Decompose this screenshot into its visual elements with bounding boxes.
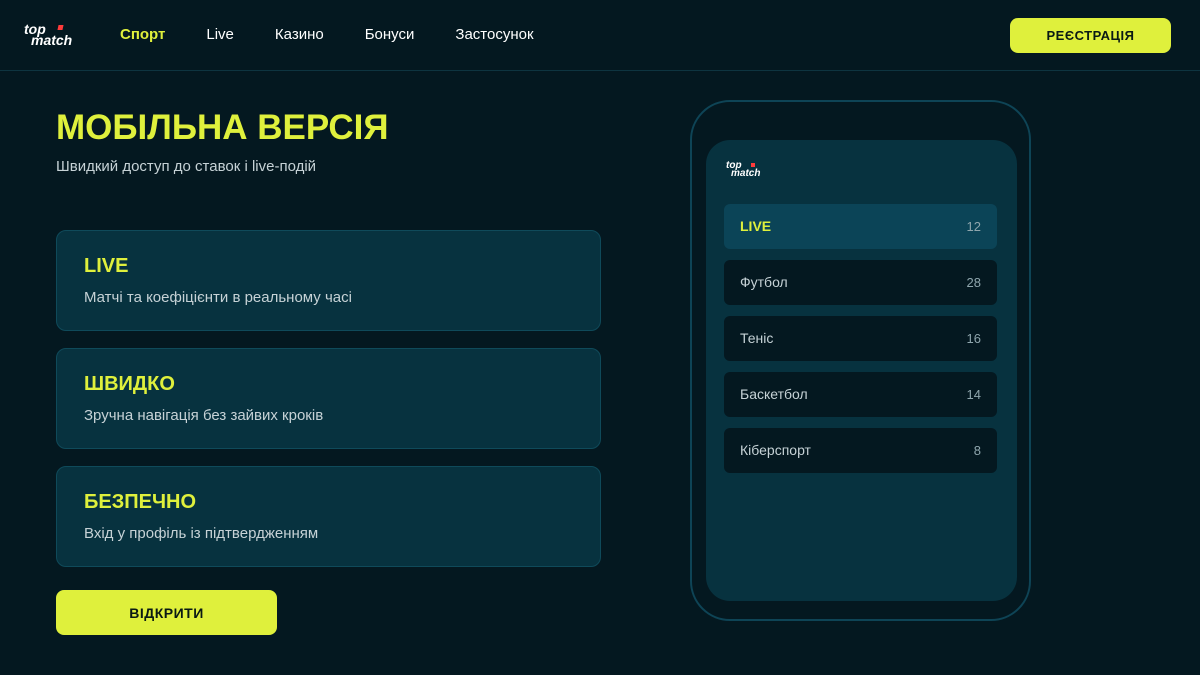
feature-description: Зручна навігація без зайвих кроків bbox=[84, 407, 324, 424]
feature-title: LIVE bbox=[84, 255, 129, 277]
feature-title: БЕЗПЕЧНО bbox=[84, 491, 197, 513]
phone-logo: top match bbox=[726, 161, 776, 182]
top-navigation-bar: top match Спорт Live Казино Бонуси Засто… bbox=[0, 0, 1200, 71]
nav-item-sport[interactable]: Спорт bbox=[120, 26, 165, 44]
phone-screen: top match LIVE 12 Футбол 28 Теніс 16 Бас… bbox=[706, 140, 1017, 601]
sport-item-count: 28 bbox=[966, 275, 981, 290]
sport-item-esports[interactable]: Кіберспорт 8 bbox=[724, 428, 997, 473]
logo-dot-icon bbox=[57, 25, 64, 30]
feature-title: ШВИДКО bbox=[84, 373, 175, 395]
sport-item-live[interactable]: LIVE 12 bbox=[724, 204, 997, 249]
page-title: МОБІЛЬНА ВЕРСІЯ bbox=[56, 108, 389, 147]
nav-item-live[interactable]: Live bbox=[206, 26, 234, 44]
sport-item-name: Теніс bbox=[740, 330, 774, 346]
feature-card-live: LIVE Матчі та коефіцієнти в реальному ча… bbox=[56, 230, 601, 331]
sport-item-name: Кіберспорт bbox=[740, 442, 811, 458]
nav-item-casino[interactable]: Казино bbox=[275, 26, 324, 44]
sport-item-count: 14 bbox=[966, 387, 981, 402]
register-button[interactable]: РЕЄСТРАЦІЯ bbox=[1010, 18, 1171, 53]
sport-item-count: 16 bbox=[966, 331, 981, 346]
phone-logo-text-match: match bbox=[731, 168, 761, 179]
sport-item-tennis[interactable]: Теніс 16 bbox=[724, 316, 997, 361]
page-subtitle: Швидкий доступ до ставок і live-подій bbox=[56, 158, 317, 175]
main-nav: Спорт Live Казино Бонуси Застосунок bbox=[120, 26, 575, 44]
sport-item-football[interactable]: Футбол 28 bbox=[724, 260, 997, 305]
sport-item-count: 8 bbox=[973, 443, 981, 458]
phone-mockup: top match LIVE 12 Футбол 28 Теніс 16 Бас… bbox=[690, 100, 1031, 621]
sport-item-count: 12 bbox=[966, 219, 981, 234]
topmatch-logo[interactable]: top match bbox=[24, 22, 90, 48]
sport-item-basketball[interactable]: Баскетбол 14 bbox=[724, 372, 997, 417]
feature-description: Матчі та коефіцієнти в реальному часі bbox=[84, 289, 352, 306]
nav-item-bonuses[interactable]: Бонуси bbox=[365, 26, 415, 44]
feature-card-fast: ШВИДКО Зручна навігація без зайвих крокі… bbox=[56, 348, 601, 449]
feature-description: Вхід у профіль із підтвердженням bbox=[84, 525, 319, 542]
open-button[interactable]: ВІДКРИТИ bbox=[56, 590, 277, 635]
phone-logo-dot-icon bbox=[751, 163, 755, 167]
nav-item-app[interactable]: Застосунок bbox=[455, 26, 533, 44]
sport-item-name: Баскетбол bbox=[740, 386, 808, 402]
feature-card-secure: БЕЗПЕЧНО Вхід у профіль із підтвердження… bbox=[56, 466, 601, 567]
sport-item-name: Футбол bbox=[740, 274, 788, 290]
sport-item-name: LIVE bbox=[740, 218, 772, 234]
